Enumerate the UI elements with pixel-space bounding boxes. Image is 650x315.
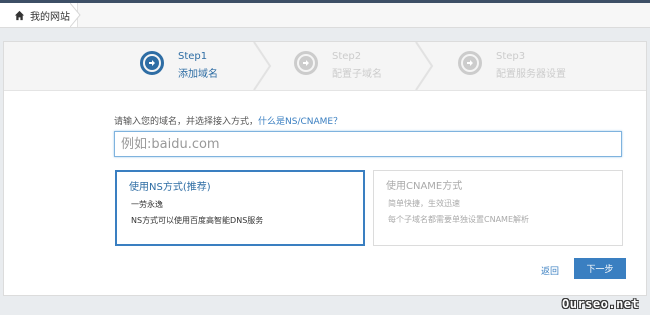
arrow-right-icon xyxy=(303,60,309,66)
step-2-circle xyxy=(294,51,318,75)
cname-method-title: 使用CNAME方式 xyxy=(386,181,463,192)
step-2-label: 配置子域名 xyxy=(332,69,382,80)
arrow-right-icon xyxy=(149,60,155,66)
step-3-circle xyxy=(458,51,482,75)
step-1-circle xyxy=(140,51,164,75)
breadcrumb-home-label: 我的网站 xyxy=(30,11,70,23)
cname-method-line1: 简单快捷，生效迅速 xyxy=(388,199,460,208)
ns-method-option[interactable]: 使用NS方式(推荐) 一劳永逸 NS方式可以使用百度高智能DNS服务 xyxy=(115,170,365,246)
domain-prompt-text: 请输入您的域名，并选择接入方式， xyxy=(114,117,259,127)
back-link[interactable]: 返回 xyxy=(541,264,559,277)
breadcrumb-home[interactable]: 我的网站 xyxy=(0,3,78,27)
cname-method-line2: 每个子域名都需要单独设置CNAME解析 xyxy=(388,215,529,224)
ns-method-line2: NS方式可以使用百度高智能DNS服务 xyxy=(131,216,264,225)
ns-method-title: 使用NS方式(推荐) xyxy=(129,182,211,193)
step-1-label: 添加域名 xyxy=(178,69,218,80)
step-3-label: 配置服务器设置 xyxy=(496,69,566,80)
step-1-number: Step1 xyxy=(178,51,208,62)
domain-prompt: 请输入您的域名，并选择接入方式，什么是NS/CNAME？ xyxy=(114,114,342,127)
next-step-button[interactable]: 下一步 xyxy=(574,258,626,279)
step-3-number: Step3 xyxy=(496,51,526,62)
step-indicator: Step1 添加域名 Step2 配置子域名 Step3 配置服务器设置 xyxy=(4,42,646,91)
step-divider-icon xyxy=(415,42,434,90)
breadcrumb: 我的网站 xyxy=(0,3,650,28)
ns-cname-help-link[interactable]: 什么是NS/CNAME？ xyxy=(258,117,342,127)
home-icon xyxy=(14,10,25,20)
add-domain-panel: Step1 添加域名 Step2 配置子域名 Step3 配置服务器设置 xyxy=(3,41,647,296)
domain-input[interactable] xyxy=(114,131,622,157)
watermark: Ourseo.net xyxy=(562,297,640,311)
arrow-right-icon xyxy=(467,60,473,66)
breadcrumb-separator-icon xyxy=(70,3,81,27)
ns-method-line1: 一劳永逸 xyxy=(131,200,163,209)
step-divider-icon xyxy=(253,42,272,90)
step-2-number: Step2 xyxy=(332,51,362,62)
cname-method-option[interactable]: 使用CNAME方式 简单快捷，生效迅速 每个子域名都需要单独设置CNAME解析 xyxy=(373,170,623,246)
